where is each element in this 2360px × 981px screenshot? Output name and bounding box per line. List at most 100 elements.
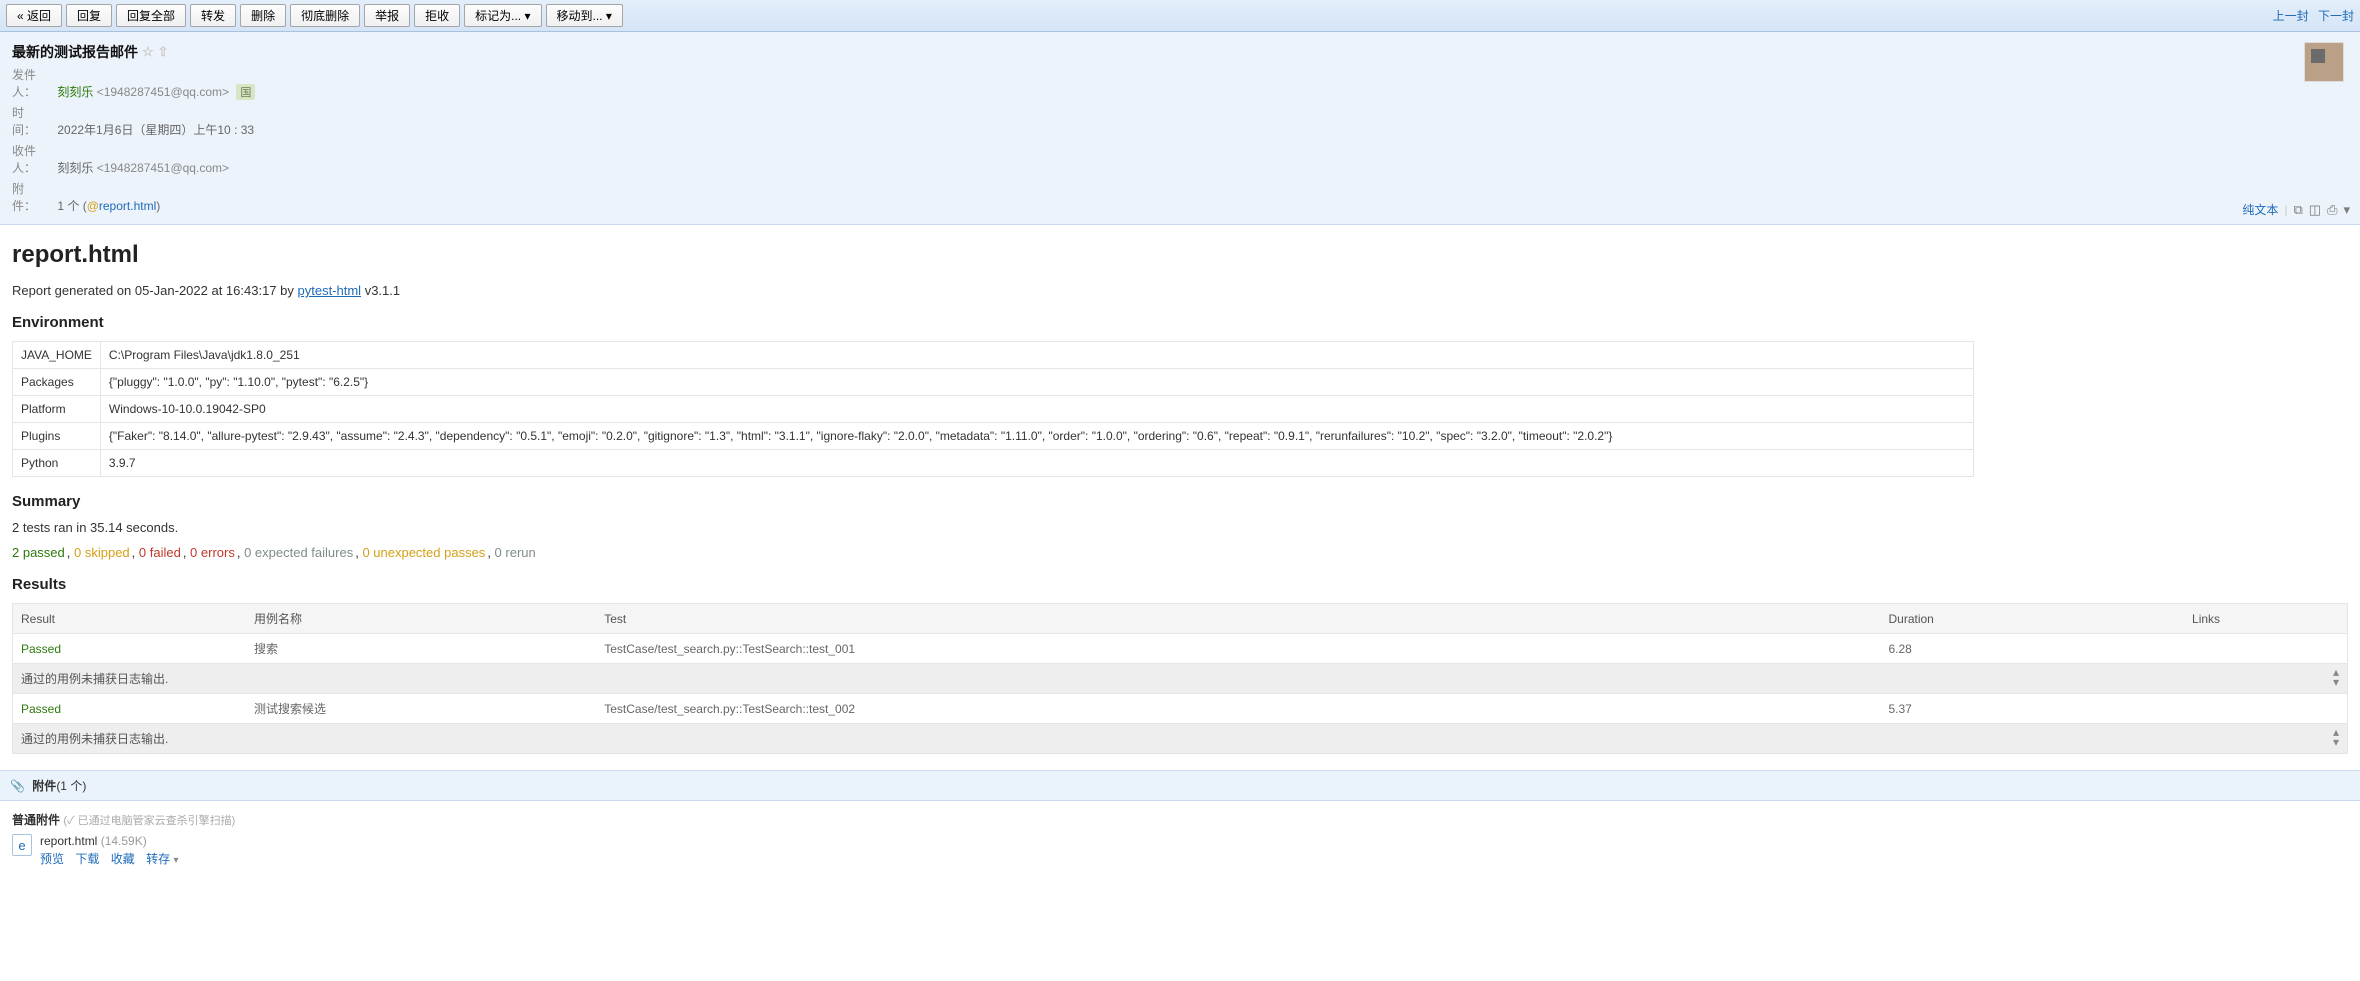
env-value: Windows-10-10.0.19042-SP0 <box>100 396 1973 423</box>
generator-link[interactable]: pytest-html <box>298 283 362 298</box>
preview-link[interactable]: 预览 <box>40 852 64 866</box>
generated-prefix: Report generated on 05-Jan-2022 at 16:43… <box>12 283 298 298</box>
chevron-down-icon: ▾ <box>173 855 178 866</box>
expand-icon[interactable]: ▴▾ <box>2333 727 2339 747</box>
paperclip-icon: 📎 <box>10 779 25 793</box>
plain-text-link[interactable]: 纯文本 <box>2242 201 2278 218</box>
encoding-icon[interactable]: ◫ <box>2309 202 2321 218</box>
summary-failed: 0 failed <box>139 545 181 560</box>
attachments-title: 附件 <box>32 779 56 793</box>
chevron-down-icon: ▾ <box>524 9 530 23</box>
result-row[interactable]: Passed测试搜索候选TestCase/test_search.py::Tes… <box>13 694 2348 724</box>
cell-duration: 5.37 <box>1881 694 2185 724</box>
to-label: 收件人： <box>12 142 54 176</box>
env-row: Plugins{"Faker": "8.14.0", "allure-pytes… <box>13 423 1974 450</box>
reject-button[interactable]: 拒收 <box>414 4 460 27</box>
window-icon[interactable]: ⧉ <box>2293 202 2302 218</box>
from-line: 发件人： 刻刻乐 <1948287451@qq.com> 国 <box>12 66 2348 100</box>
reply-all-button[interactable]: 回复全部 <box>116 4 186 27</box>
summary-expected: 0 expected failures <box>244 545 353 560</box>
log-cell: 通过的用例未捕获日志输出.▴▾ <box>13 664 2348 694</box>
summary-text: 2 tests ran in 35.14 seconds. <box>12 520 2348 535</box>
attachments-count: (1 个) <box>56 779 86 793</box>
env-value: C:\Program Files\Java\jdk1.8.0_251 <box>100 342 1973 369</box>
html-file-icon: e <box>12 834 32 856</box>
env-row: Python3.9.7 <box>13 450 1974 477</box>
col-name[interactable]: 用例名称 <box>246 604 596 634</box>
results-header-row: Result 用例名称 Test Duration Links <box>13 604 2348 634</box>
results-table: Result 用例名称 Test Duration Links Passed搜索… <box>12 603 2348 754</box>
cell-links <box>2184 634 2347 664</box>
results-heading: Results <box>12 576 2348 593</box>
env-value: {"pluggy": "1.0.0", "py": "1.10.0", "pyt… <box>100 369 1973 396</box>
col-duration[interactable]: Duration <box>1881 604 2185 634</box>
env-row: JAVA_HOMEC:\Program Files\Java\jdk1.8.0_… <box>13 342 1974 369</box>
forward-button[interactable]: 转发 <box>190 4 236 27</box>
prev-email-link[interactable]: 上一封 <box>2273 9 2309 23</box>
email-subject: 最新的测试报告邮件 ☆ ⇧ <box>12 42 169 62</box>
print-icon[interactable]: ⎙ <box>2327 202 2337 218</box>
col-result[interactable]: Result <box>13 604 247 634</box>
attachment-item: e report.html (14.59K) 预览 下载 收藏 转存 ▾ <box>12 834 2348 867</box>
env-key: Platform <box>13 396 101 423</box>
from-address: <1948287451@qq.com> <box>97 85 229 99</box>
summary-errors: 0 errors <box>190 545 235 560</box>
download-link[interactable]: 下载 <box>75 852 99 866</box>
chevron-down-icon[interactable]: ▾ <box>2343 202 2350 218</box>
to-address: <1948287451@qq.com> <box>97 161 229 175</box>
to-line: 收件人： 刻刻乐 <1948287451@qq.com> <box>12 142 2348 176</box>
avatar[interactable] <box>2304 42 2344 82</box>
back-button[interactable]: « 返回 <box>6 4 62 27</box>
summary-rerun: 0 rerun <box>495 545 536 560</box>
mark-as-button[interactable]: 标记为... ▾ <box>464 4 541 27</box>
col-test[interactable]: Test <box>596 604 1880 634</box>
cell-links <box>2184 694 2347 724</box>
from-name[interactable]: 刻刻乐 <box>57 85 93 99</box>
report-title: report.html <box>12 241 2348 269</box>
col-links[interactable]: Links <box>2184 604 2347 634</box>
email-header: 最新的测试报告邮件 ☆ ⇧ 发件人： 刻刻乐 <1948287451@qq.co… <box>0 32 2360 225</box>
env-key: Plugins <box>13 423 101 450</box>
email-toolbar: « 返回 回复 回复全部 转发 删除 彻底删除 举报 拒收 标记为... ▾ 移… <box>0 0 2360 32</box>
expand-icon[interactable]: ▴▾ <box>2333 667 2339 687</box>
delete-permanent-button[interactable]: 彻底删除 <box>290 4 360 27</box>
move-to-button[interactable]: 移动到... ▾ <box>546 4 623 27</box>
scan-note: (✓ 已通过电脑管家云查杀引擎扫描) <box>63 815 235 827</box>
summary-unexpected: 0 unexpected passes <box>362 545 485 560</box>
cell-test: TestCase/test_search.py::TestSearch::tes… <box>596 634 1880 664</box>
attachment-icon: @ <box>87 199 99 213</box>
env-key: Packages <box>13 369 101 396</box>
next-email-link[interactable]: 下一封 <box>2318 9 2354 23</box>
summary-line: 2 passed, 0 skipped, 0 failed, 0 errors,… <box>12 545 2348 560</box>
attach-link[interactable]: report.html <box>99 199 156 213</box>
delete-button[interactable]: 删除 <box>240 4 286 27</box>
cell-name: 搜索 <box>246 634 596 664</box>
report-spam-button[interactable]: 举报 <box>364 4 410 27</box>
separator: | <box>2284 203 2287 217</box>
result-row[interactable]: Passed搜索TestCase/test_search.py::TestSea… <box>13 634 2348 664</box>
log-cell: 通过的用例未捕获日志输出.▴▾ <box>13 724 2348 754</box>
email-body: report.html Report generated on 05-Jan-2… <box>0 225 2360 770</box>
cell-test: TestCase/test_search.py::TestSearch::tes… <box>596 694 1880 724</box>
sender-badge: 国 <box>236 84 255 100</box>
header-actions: 纯文本 | ⧉ ◫ ⎙ ▾ <box>2242 201 2350 218</box>
env-row: Packages{"pluggy": "1.0.0", "py": "1.10.… <box>13 369 1974 396</box>
attachment-filename: report.html <box>40 834 97 848</box>
time-line: 时 间： 2022年1月6日（星期四）上午10 : 33 <box>12 104 2348 138</box>
time-label: 时 间： <box>12 104 54 138</box>
chevron-down-icon: ▾ <box>606 9 612 23</box>
reply-button[interactable]: 回复 <box>66 4 112 27</box>
cell-result: Passed <box>13 694 247 724</box>
log-row: 通过的用例未捕获日志输出.▴▾ <box>13 724 2348 754</box>
cell-duration: 6.28 <box>1881 634 2185 664</box>
favorite-link[interactable]: 收藏 <box>111 852 135 866</box>
generated-line: Report generated on 05-Jan-2022 at 16:43… <box>12 283 2348 298</box>
attach-count: 1 个 <box>57 199 79 213</box>
flag-icon[interactable]: ⇧ <box>158 44 169 60</box>
attach-label: 附 件： <box>12 180 54 214</box>
env-key: JAVA_HOME <box>13 342 101 369</box>
env-table: JAVA_HOMEC:\Program Files\Java\jdk1.8.0_… <box>12 341 1974 477</box>
env-heading: Environment <box>12 314 2348 331</box>
star-icon[interactable]: ☆ <box>142 44 154 60</box>
saveto-link[interactable]: 转存 ▾ <box>146 852 178 866</box>
